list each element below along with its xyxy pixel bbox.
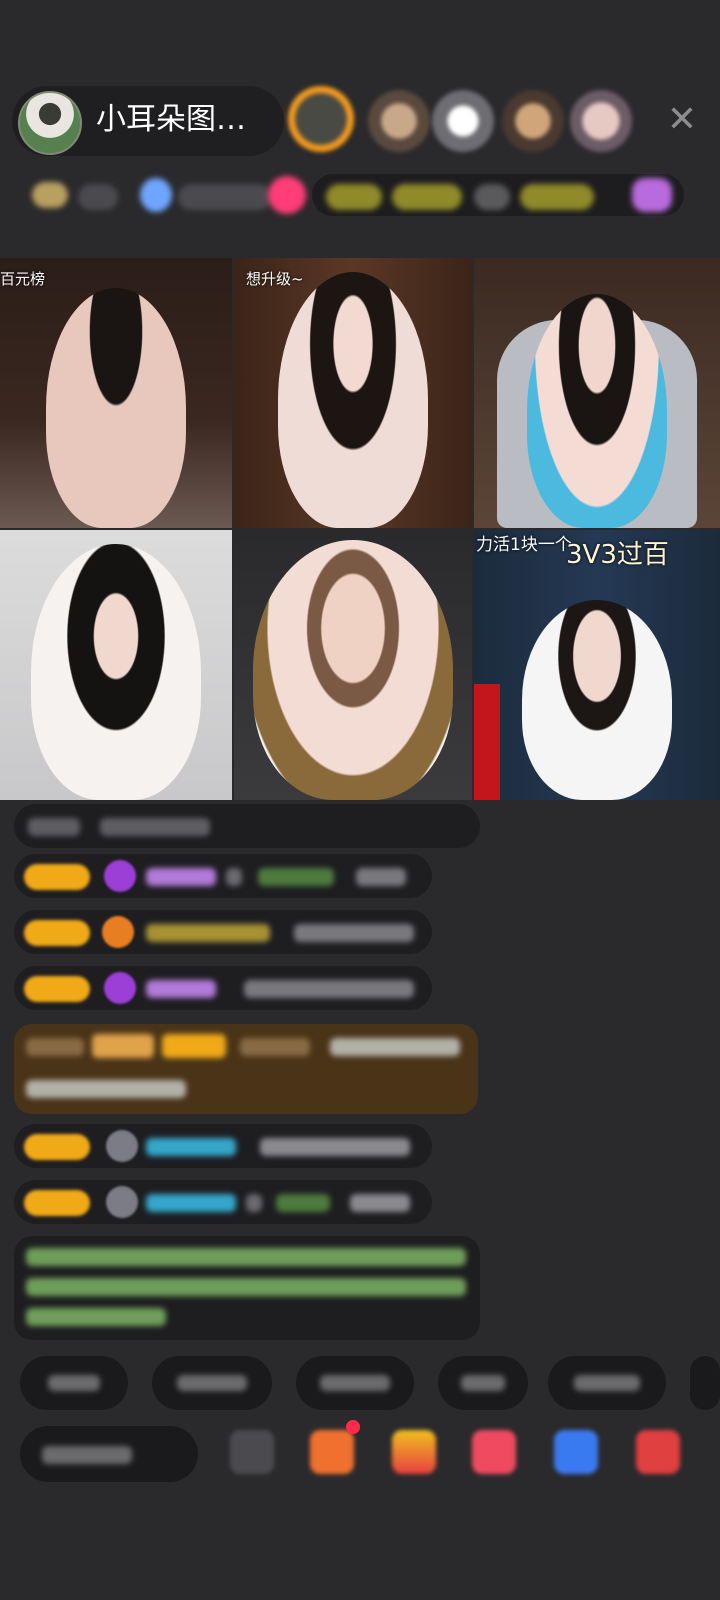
chat-message-2[interactable] xyxy=(14,854,432,898)
host-avatar[interactable] xyxy=(18,91,82,155)
chat-message-4[interactable] xyxy=(14,966,432,1010)
chat-highlight-message[interactable] xyxy=(14,1024,478,1114)
red-packet-icon[interactable] xyxy=(392,1430,436,1474)
quick-reply-4[interactable] xyxy=(438,1356,528,1410)
tile-label: 百元榜 xyxy=(0,270,46,288)
host-name: 小耳朵图… xyxy=(96,102,246,137)
streamer-figure xyxy=(527,294,667,528)
notification-dot xyxy=(346,1420,360,1434)
red-banner xyxy=(474,684,500,800)
streamer-figure xyxy=(253,540,453,800)
host-badge-strip[interactable] xyxy=(20,172,700,218)
tile-label: 想升级~ xyxy=(246,270,304,288)
video-tile-3[interactable] xyxy=(474,258,720,528)
close-icon[interactable]: ✕ xyxy=(662,100,702,140)
chat-message-3[interactable] xyxy=(14,910,432,954)
viewer-avatar-4[interactable] xyxy=(502,90,564,152)
quick-reply-3[interactable] xyxy=(296,1356,414,1410)
streamer-figure xyxy=(31,544,201,800)
video-tile-5[interactable] xyxy=(234,530,472,800)
chat-message-1[interactable] xyxy=(14,804,480,848)
share-icon[interactable] xyxy=(554,1430,598,1474)
quick-reply-2[interactable] xyxy=(152,1356,272,1410)
video-tile-4[interactable] xyxy=(0,530,232,800)
more-icon[interactable] xyxy=(636,1430,680,1474)
viewer-avatar-2[interactable] xyxy=(368,90,430,152)
quick-reply-1[interactable] xyxy=(20,1356,128,1410)
game-icon[interactable] xyxy=(472,1430,516,1474)
emoji-icon[interactable] xyxy=(230,1430,274,1474)
viewer-avatar-1[interactable] xyxy=(288,86,354,152)
video-tile-6[interactable]: 力活1块一个 3V3过百 xyxy=(474,530,720,800)
quick-reply-5[interactable] xyxy=(548,1356,666,1410)
chat-message-5[interactable] xyxy=(14,1124,432,1168)
comment-input[interactable] xyxy=(20,1426,198,1482)
chat-message-6[interactable] xyxy=(14,1180,432,1224)
viewer-avatar-5[interactable] xyxy=(570,90,632,152)
video-tile-1[interactable]: 百元榜 xyxy=(0,258,232,528)
system-notice xyxy=(14,1236,480,1340)
streamer-figure xyxy=(522,600,672,800)
host-info-pill[interactable]: 小耳朵图… xyxy=(12,86,284,156)
tile-label: 力活1块一个 xyxy=(476,535,572,555)
quick-reply-6[interactable] xyxy=(690,1356,720,1410)
video-tile-2[interactable]: 想升级~ xyxy=(234,258,472,528)
gift-box-icon[interactable] xyxy=(310,1430,354,1474)
streamer-figure xyxy=(278,272,428,528)
viewer-avatar-3[interactable] xyxy=(432,90,494,152)
streamer-figure xyxy=(46,288,186,528)
tile-big-label: 3V3过百 xyxy=(566,540,669,570)
